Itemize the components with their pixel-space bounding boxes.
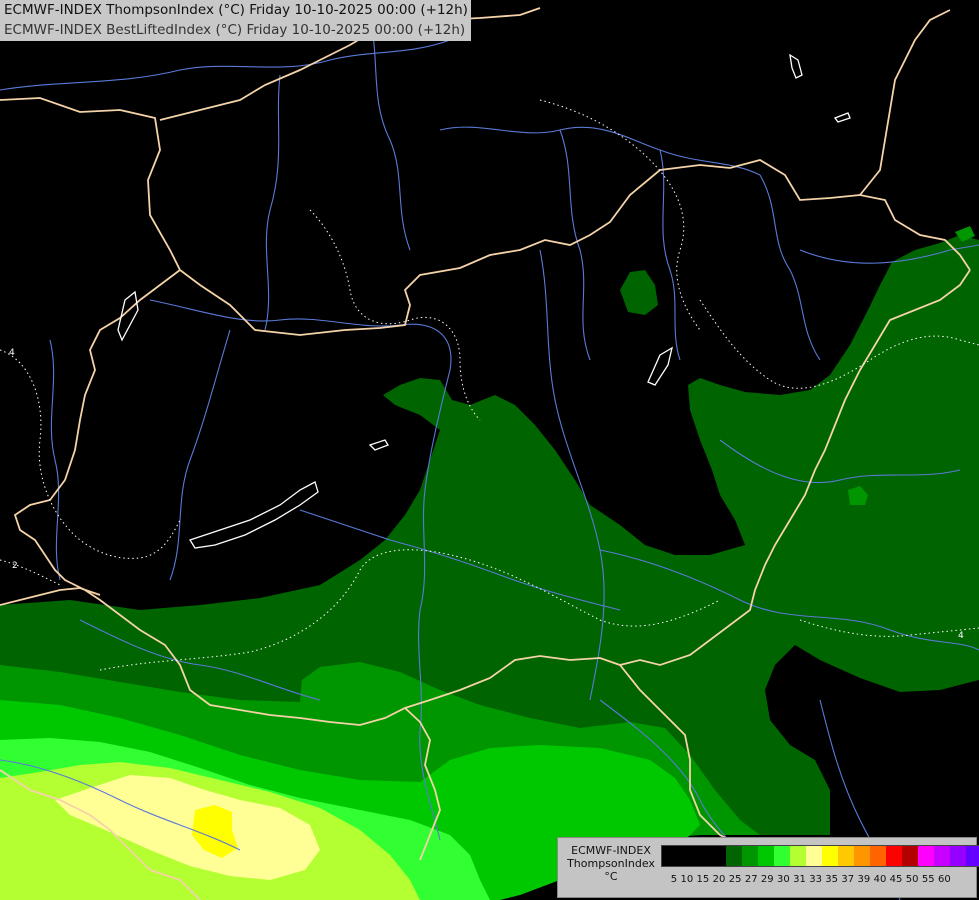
legend-swatch xyxy=(726,846,742,866)
legend-swatch xyxy=(662,846,678,866)
legend-tick: 35 xyxy=(825,874,839,885)
legend-swatch xyxy=(790,846,806,866)
legend-tick: 20 xyxy=(712,874,726,885)
legend-tick-labels: 5 10 15 20 25 27 29 30 31 33 35 37 39 40 45 50 55 60 xyxy=(661,874,951,885)
legend-color-bar xyxy=(661,845,979,867)
legend-tick: 50 xyxy=(905,874,919,885)
legend-swatch xyxy=(694,846,710,866)
legend-swatch xyxy=(838,846,854,866)
legend-swatch xyxy=(966,846,979,866)
legend-swatch xyxy=(678,846,694,866)
color-legend: ECMWF-INDEX ThompsonIndex °C 5 10 15 20 25 27… xyxy=(557,837,979,898)
legend-tick: 55 xyxy=(921,874,935,885)
thompson-index-map: 4 4 2 xyxy=(0,0,979,900)
map-title-primary: ECMWF-INDEX ThompsonIndex (°C) Friday 10… xyxy=(4,2,468,18)
legend-swatch xyxy=(902,846,918,866)
contour-label: 4 xyxy=(958,631,964,641)
legend-model: ECMWF-INDEX xyxy=(571,844,651,857)
contour-label: 2 xyxy=(12,561,18,571)
legend-swatch xyxy=(806,846,822,866)
map-title-secondary: ECMWF-INDEX BestLiftedIndex (°C) Friday … xyxy=(4,22,466,38)
legend-swatch xyxy=(886,846,902,866)
map-title-box: ECMWF-INDEX ThompsonIndex (°C) Friday 10… xyxy=(0,0,471,41)
legend-tick: 40 xyxy=(873,874,887,885)
legend-swatch xyxy=(710,846,726,866)
legend-tick: 60 xyxy=(937,874,951,885)
contour-label: 4 xyxy=(9,348,15,358)
legend-tick: 45 xyxy=(889,874,903,885)
legend-unit: °C xyxy=(604,870,618,883)
legend-tick: 27 xyxy=(744,874,758,885)
legend-swatch xyxy=(950,846,966,866)
legend-tick: 31 xyxy=(793,874,806,885)
legend-swatch xyxy=(854,846,870,866)
legend-tick: 10 xyxy=(680,874,694,885)
legend-tick: 33 xyxy=(809,874,822,885)
legend-label: ECMWF-INDEX ThompsonIndex °C xyxy=(562,844,660,883)
map-page: 4 4 2 ECMWF-INDEX ThompsonIndex (°C) Fri… xyxy=(0,0,979,900)
legend-tick: 25 xyxy=(728,874,742,885)
legend-swatch xyxy=(870,846,886,866)
legend-swatch xyxy=(742,846,758,866)
legend-tick: 39 xyxy=(857,874,871,885)
legend-swatch xyxy=(758,846,774,866)
legend-parameter: ThompsonIndex xyxy=(567,857,655,870)
legend-tick: 15 xyxy=(696,874,710,885)
legend-swatch xyxy=(918,846,934,866)
legend-swatch xyxy=(934,846,950,866)
legend-tick: 37 xyxy=(841,874,855,885)
legend-tick: 29 xyxy=(760,874,774,885)
legend-swatch xyxy=(822,846,838,866)
legend-tick: 5 xyxy=(670,874,678,885)
legend-swatch xyxy=(774,846,790,866)
legend-tick: 30 xyxy=(777,874,790,885)
